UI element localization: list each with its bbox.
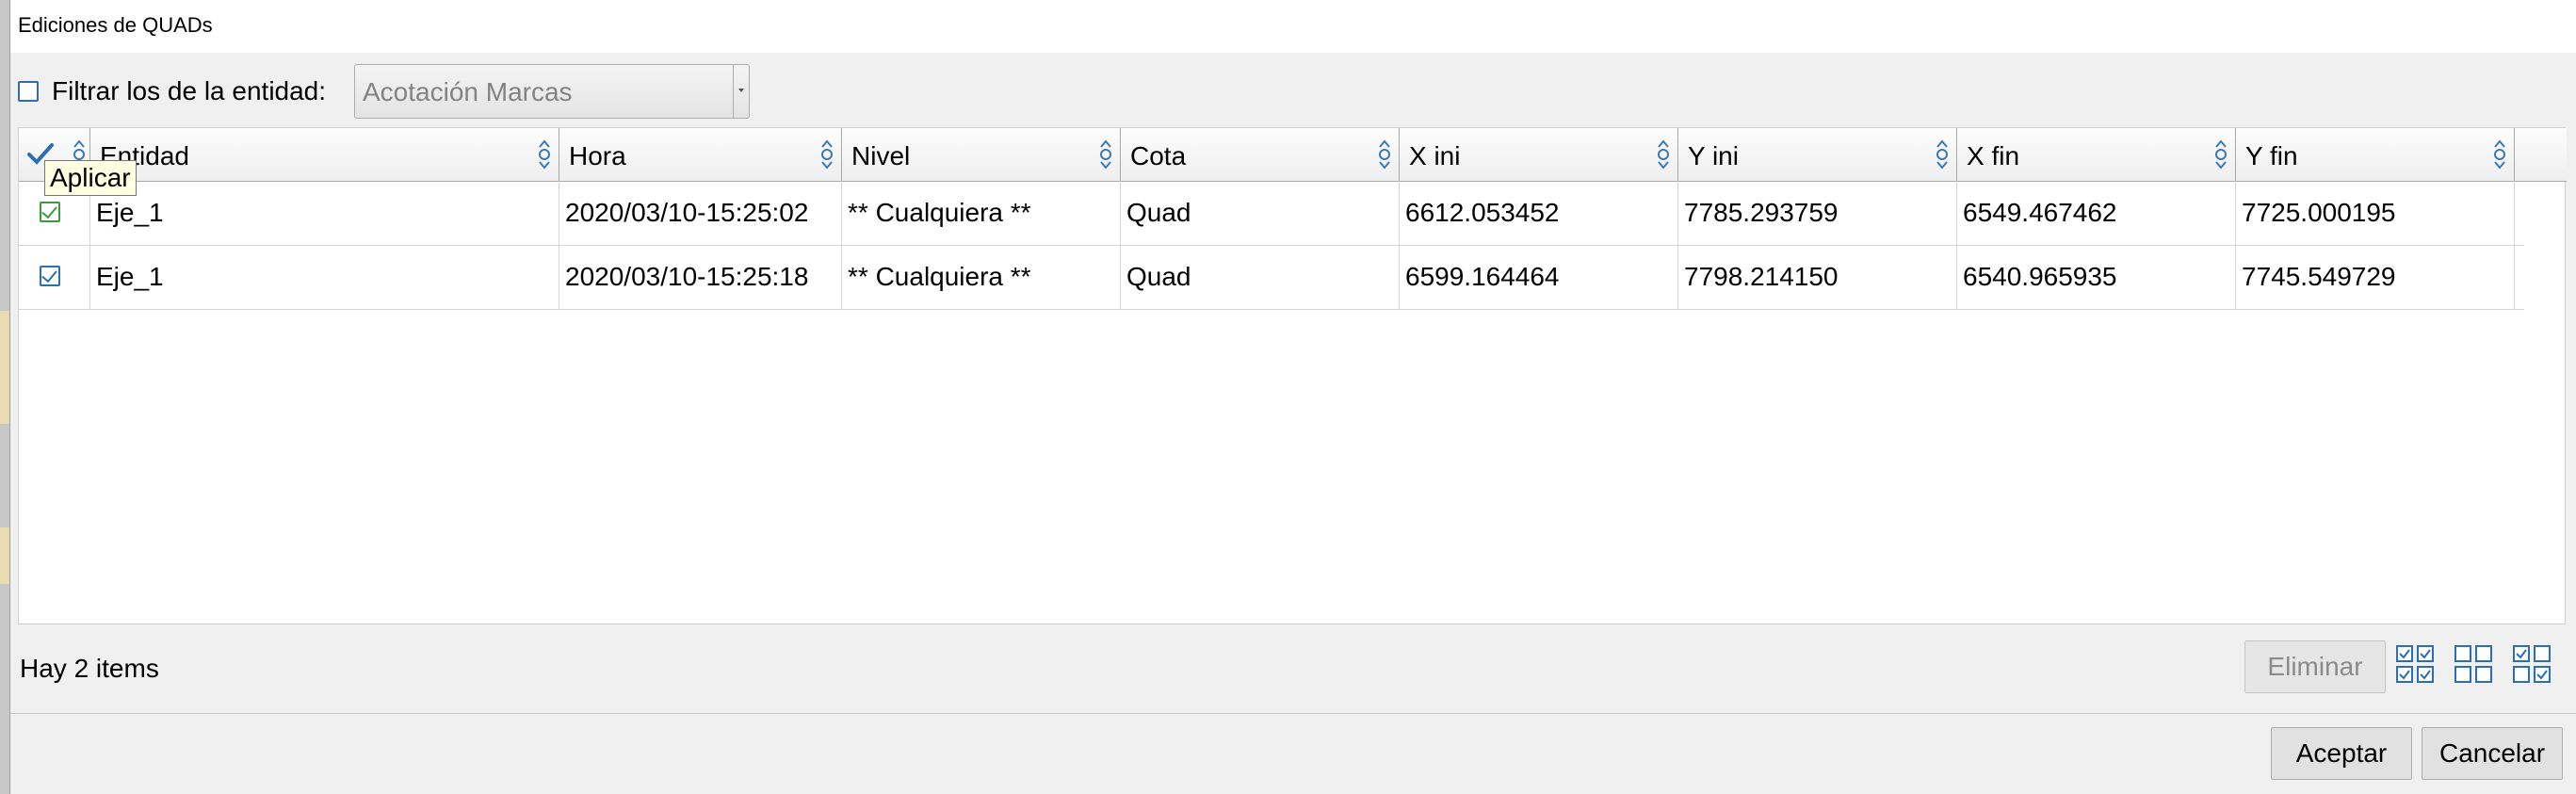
column-header-nivel[interactable]: Nivel [842,128,1121,181]
column-header-y-fin[interactable]: Y fin [2236,128,2515,181]
deselect-all-icon[interactable] [2454,644,2495,686]
table-row[interactable]: Eje_1 2020/03/10-15:25:02 ** Cualquiera … [19,181,2524,246]
row-checkbox[interactable] [40,202,60,222]
sort-icon [2215,139,2227,170]
sort-icon [1936,139,1948,170]
column-header-y-ini[interactable]: Y ini [1678,128,1957,181]
cell-x-fin: 6549.467462 [1957,181,2236,245]
column-header-label: Y ini [1688,141,1739,170]
cell-cota: Quad [1121,245,1400,309]
cell-text: Quad [1126,198,1191,227]
sort-icon [539,139,550,170]
entity-combo-value: Acotación Marcas [363,77,573,106]
cell-text: Eje_1 [96,198,164,227]
table-row[interactable]: Eje_1 2020/03/10-15:25:18 ** Cualquiera … [19,245,2524,310]
item-count: Hay 2 items [20,654,159,683]
column-header-x-ini[interactable]: X ini [1400,128,1678,181]
cell-entidad: Eje_1 [90,245,559,309]
select-all-icon[interactable] [2395,644,2437,686]
entity-combo[interactable]: Acotación Marcas [354,64,750,119]
column-header-label: X ini [1409,141,1461,170]
cell-text: 2020/03/10-15:25:18 [565,262,809,291]
cell-text: 6540.965935 [1963,262,2117,291]
background-window-edge [0,0,9,794]
apply-tooltip: Aplicar [44,160,137,196]
cell-y-fin: 7725.000195 [2236,181,2515,245]
column-header-label: X fin [1967,141,2020,170]
cell-y-ini: 7798.214150 [1678,245,1957,309]
column-header-label: Cota [1130,141,1187,170]
cell-text: 7785.293759 [1684,198,1839,227]
cell-x-fin: 6540.965935 [1957,245,2236,309]
cell-hora: 2020/03/10-15:25:02 [559,181,842,245]
column-header-hora[interactable]: Hora [559,128,842,181]
filter-label: Filtrar los de la entidad: [52,76,327,105]
cell-y-fin: 7745.549729 [2236,245,2515,309]
row-select-cell[interactable] [19,245,90,309]
column-header-label: Hora [569,141,626,170]
sort-icon [1658,139,1669,170]
cell-nivel: ** Cualquiera ** [842,245,1121,309]
column-header-x-fin[interactable]: X fin [1957,128,2236,181]
cell-text: ** Cualquiera ** [848,262,1031,291]
background-window-strip [0,311,9,424]
sort-icon [821,139,833,170]
dialog: Ediciones de QUADs Filtrar los de la ent… [9,0,2576,794]
background-window-strip [0,527,9,584]
cell-x-ini: 6599.164464 [1400,245,1678,309]
cell-text: 7798.214150 [1684,262,1839,291]
cell-text: ** Cualquiera ** [848,198,1031,227]
column-header-label: Nivel [851,141,911,170]
cell-hora: 2020/03/10-15:25:18 [559,245,842,309]
cell-text: Eje_1 [96,262,164,291]
cell-text: 6549.467462 [1963,198,2117,227]
column-header-entidad[interactable]: Entidad [90,128,559,181]
accept-button[interactable]: Aceptar [2271,727,2412,780]
row-checkbox[interactable] [40,266,60,286]
filter-checkbox[interactable] [18,81,39,102]
invert-selection-icon[interactable] [2512,644,2553,686]
cell-text: 7745.549729 [2242,262,2396,291]
sort-icon [2494,139,2505,170]
cell-nivel: ** Cualquiera ** [842,181,1121,245]
cell-cota: Quad [1121,181,1400,245]
cell-x-ini: 6612.053452 [1400,181,1678,245]
title-bar: Ediciones de QUADs [10,0,2576,53]
cell-text: 6612.053452 [1405,198,1560,227]
footer-separator [10,713,2576,714]
chevron-down-icon [738,89,744,92]
sort-icon [1100,139,1111,170]
cancel-button[interactable]: Cancelar [2422,727,2563,780]
sort-icon [1379,139,1390,170]
cell-y-ini: 7785.293759 [1678,181,1957,245]
column-header-cota[interactable]: Cota [1121,128,1400,181]
cell-text: 6599.164464 [1405,262,1560,291]
cell-entidad: Eje_1 [90,181,559,245]
delete-button[interactable]: Eliminar [2244,640,2386,693]
cell-text: Quad [1126,262,1191,291]
quads-table: Entidad Hora Nivel Cota X ini Y ini X fi… [18,127,2567,624]
column-header-label: Y fin [2245,141,2298,170]
cell-text: 7725.000195 [2242,198,2396,227]
table-header: Entidad Hora Nivel Cota X ini Y ini X fi… [19,128,2567,182]
filter-row: Filtrar los de la entidad: Acotación Mar… [10,64,2576,121]
combo-dropdown-button[interactable] [733,65,749,118]
window-title: Ediciones de QUADs [18,13,213,37]
cell-text: 2020/03/10-15:25:02 [565,198,809,227]
